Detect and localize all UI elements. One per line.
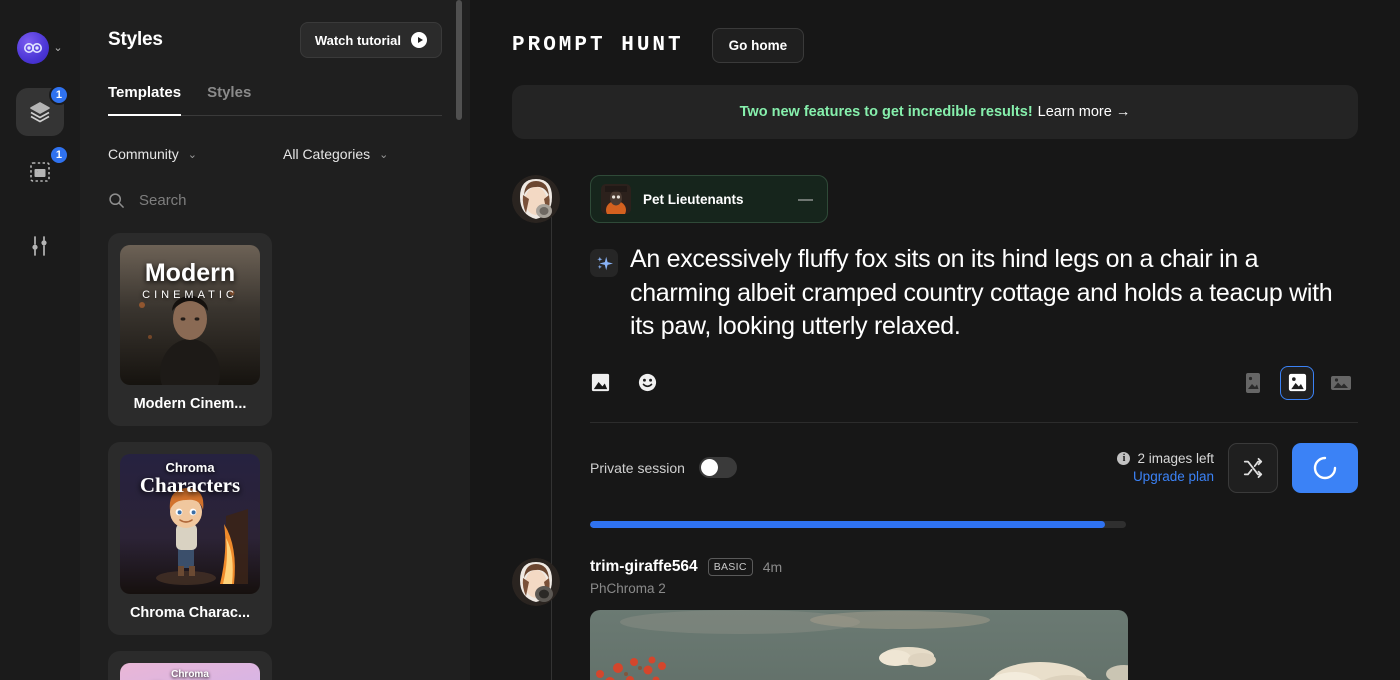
template-card-label: Chroma Charac... — [129, 605, 251, 621]
composer-post: Pet Lieutenants — An excessively fluffy … — [512, 139, 1358, 493]
private-session-label: Private session — [590, 459, 685, 476]
composer-body: Pet Lieutenants — An excessively fluffy … — [590, 175, 1358, 493]
search-input[interactable]: Search — [139, 192, 187, 209]
app-logo: PROMPT HUNT — [512, 34, 684, 57]
toggle-knob — [700, 459, 718, 476]
generate-button[interactable] — [1292, 442, 1358, 493]
filter-categories-label: All Categories — [283, 146, 371, 162]
remove-style-icon[interactable]: — — [798, 191, 813, 208]
panel-scrollbar[interactable] — [456, 0, 462, 680]
info-icon[interactable]: i — [1117, 452, 1131, 465]
images-left-text: 2 images left — [1137, 451, 1214, 466]
template-thumbnail: Chroma Characters — [120, 454, 260, 594]
template-card[interactable]: Modern CINEMATIC Modern Cinem... — [108, 233, 272, 426]
search-row[interactable]: Search — [108, 192, 442, 209]
filter-row: Community ⌄ All Categories ⌄ — [108, 146, 442, 162]
rail-badge-assets: 1 — [48, 145, 69, 165]
shuffle-icon — [1243, 457, 1263, 478]
add-image-icon[interactable] — [590, 372, 611, 393]
tab-templates[interactable]: Templates — [108, 84, 182, 116]
template-thumbnail: Modern CINEMATIC — [120, 245, 260, 385]
private-session-control[interactable]: Private session — [590, 457, 737, 478]
icon-rail: ⌄ 1 1 — [0, 0, 80, 680]
generation-progress-fill — [590, 520, 1105, 528]
rail-item-layers[interactable]: 1 — [16, 85, 69, 136]
loading-spinner-icon — [1313, 456, 1337, 479]
result-user-line: trim-giraffe564 BASIC 4m — [590, 557, 1358, 576]
search-icon — [109, 193, 124, 208]
banner-highlight: Two new features to get incredible resul… — [739, 104, 1033, 120]
tab-styles[interactable]: Styles — [207, 84, 251, 116]
panel-tabs: Templates Styles — [108, 84, 442, 116]
account-switcher[interactable]: ⌄ — [17, 32, 63, 64]
filter-community-label: Community — [108, 146, 179, 162]
model-name: PhChroma 2 — [590, 580, 666, 596]
aspect-landscape-button[interactable] — [1324, 366, 1358, 400]
chevron-down-icon: ⌄ — [379, 148, 389, 161]
private-session-toggle[interactable] — [698, 457, 737, 478]
watch-tutorial-button[interactable]: Watch tutorial — [299, 22, 442, 58]
style-chip[interactable]: Pet Lieutenants — — [590, 175, 828, 223]
go-home-button[interactable]: Go home — [711, 28, 805, 63]
filter-categories[interactable]: All Categories ⌄ — [283, 146, 388, 162]
style-chip-label: Pet Lieutenants — [643, 191, 744, 207]
composer-toolbar — [590, 365, 1358, 400]
prompt-textarea[interactable]: An excessively fluffy fox sits on its hi… — [630, 243, 1358, 344]
main-content: PROMPT HUNT Go home Two new features to … — [470, 0, 1400, 680]
generation-progress-bar — [590, 520, 1126, 528]
filter-community[interactable]: Community ⌄ — [108, 146, 283, 162]
template-card[interactable]: Chroma Characters Chroma Charac... — [108, 442, 272, 635]
panel-header: Styles Watch tutorial — [108, 0, 442, 58]
generate-row: Private session i 2 images left Upgrade … — [590, 442, 1358, 493]
thumb-subtitle: CINEMATIC — [142, 289, 238, 301]
watch-tutorial-label: Watch tutorial — [314, 32, 401, 48]
sparkle-icon — [590, 249, 618, 277]
announcement-banner[interactable]: Two new features to get incredible resul… — [512, 85, 1358, 139]
chevron-down-icon: ⌄ — [187, 148, 198, 161]
aspect-square-button[interactable] — [1280, 365, 1314, 400]
scrollbar-thumb[interactable] — [456, 0, 462, 120]
banner-learn-more-link[interactable]: Learn more → — [1038, 104, 1131, 120]
avatar — [512, 557, 560, 606]
timestamp: 4m — [762, 558, 783, 575]
result-body: trim-giraffe564 BASIC 4m PhChroma 2 — [590, 557, 1358, 680]
chevron-down-icon: ⌄ — [53, 41, 63, 54]
style-chip-thumbnail — [601, 184, 631, 214]
aspect-portrait-button[interactable] — [1236, 366, 1270, 400]
shuffle-button[interactable] — [1228, 442, 1278, 493]
avatar — [512, 175, 560, 223]
rail-badge-layers: 1 — [48, 85, 69, 105]
play-icon — [411, 32, 427, 48]
upgrade-plan-link[interactable]: Upgrade plan — [1117, 469, 1214, 484]
template-card-label: Modern Cinem... — [133, 396, 247, 412]
template-thumbnail: Chroma Doodles — [120, 663, 260, 680]
plan-badge: BASIC — [707, 557, 753, 576]
page-title: Styles — [108, 29, 163, 50]
feed: Pet Lieutenants — An excessively fluffy … — [470, 139, 1400, 680]
template-grid: Modern CINEMATIC Modern Cinem... Chroma … — [108, 233, 442, 680]
rail-item-settings[interactable] — [16, 222, 64, 270]
template-card[interactable]: Chroma Doodles Chroma Doodles — [108, 651, 272, 680]
composer-divider — [590, 421, 1358, 423]
thumb-title: Characters — [139, 473, 241, 497]
user-avatar[interactable] — [17, 32, 50, 64]
app-root: ⌄ 1 1 Styles Watch tutorial Templates St… — [0, 0, 1400, 680]
styles-panel: Styles Watch tutorial Templates Styles C… — [80, 0, 470, 680]
thumb-title: Modern — [144, 259, 236, 287]
generated-image[interactable] — [590, 609, 1128, 680]
username[interactable]: trim-giraffe564 — [590, 558, 698, 576]
credits-block: i 2 images left Upgrade plan — [1117, 451, 1214, 484]
prompt-row: An excessively fluffy fox sits on its hi… — [590, 243, 1358, 344]
emoji-icon[interactable] — [637, 372, 658, 393]
rail-item-assets[interactable]: 1 — [16, 145, 69, 196]
result-post: trim-giraffe564 BASIC 4m PhChroma 2 — [512, 528, 1358, 680]
app-header: PROMPT HUNT Go home — [470, 0, 1400, 63]
